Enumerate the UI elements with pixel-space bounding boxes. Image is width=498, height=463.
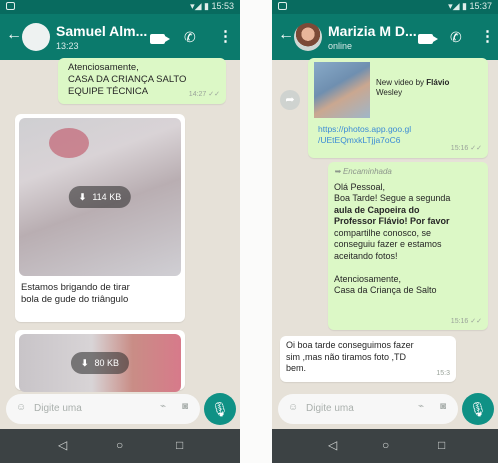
navigation-bar: ◁ ○ □ bbox=[272, 429, 498, 463]
notification-icon bbox=[278, 2, 287, 10]
mic-icon: 🎙 bbox=[469, 401, 487, 417]
avatar[interactable] bbox=[294, 23, 322, 51]
nav-recent-icon[interactable]: □ bbox=[176, 438, 183, 452]
message-time: 15:16 ✓✓ bbox=[450, 145, 482, 152]
status-right: ▾◢ ▮ 15:53 bbox=[190, 1, 234, 11]
emoji-icon[interactable]: ☺ bbox=[288, 402, 298, 413]
caption-line: Estamos brigando de tirar bbox=[21, 282, 130, 293]
message-bubble-outgoing[interactable]: Atenciosamente, CASA DA CRIANÇA SALTO EQ… bbox=[58, 58, 226, 104]
video-caption: Estamos brigando de tirar bola de gude d… bbox=[21, 282, 130, 306]
video-label: New video by bbox=[376, 78, 425, 87]
message-line: Professor Flávio! Por favor bbox=[334, 216, 450, 226]
message-time: 15:16 ✓✓ bbox=[450, 317, 482, 325]
more-options-icon[interactable]: ⋮ bbox=[480, 29, 495, 44]
message-line: Atenciosamente, bbox=[68, 62, 139, 73]
link-message-bubble[interactable]: New video by Flávio Wesley https://photos… bbox=[308, 58, 488, 158]
forwarded-message-bubble[interactable]: ➥ Encaminhada Olá Pessoal, Boa Tarde! Se… bbox=[328, 162, 488, 330]
nav-home-icon[interactable]: ○ bbox=[116, 438, 123, 452]
message-line: aceitando fotos! bbox=[334, 250, 398, 261]
caption-line: bola de gude do triângulo bbox=[21, 294, 129, 305]
message-line: compartilhe conosco, se bbox=[334, 227, 432, 238]
link-preview-title: New video by Flávio Wesley bbox=[376, 78, 476, 98]
video-thumbnail[interactable]: ⬇ 114 KB bbox=[19, 118, 181, 276]
message-time: 15:3 bbox=[436, 369, 450, 377]
status-right: ▾◢ ▮ 15:37 bbox=[448, 1, 492, 11]
chat-header: ← Samuel Alm... 13:23 ✆ ⋮ bbox=[0, 14, 240, 60]
mic-button[interactable]: 🎙 bbox=[204, 393, 236, 425]
message-line: Oi boa tarde conseguimos fazer bbox=[286, 340, 414, 350]
phone-call-icon[interactable]: ✆ bbox=[184, 30, 196, 44]
download-icon: ⬇ bbox=[78, 192, 87, 202]
chat-screen-marizia: ▾◢ ▮ 15:37 ← Marizia M D... online ✆ ⋮ ➦… bbox=[272, 0, 498, 463]
attach-icon[interactable]: ⌁ bbox=[418, 401, 424, 412]
status-time: 15:37 bbox=[469, 1, 492, 11]
download-button[interactable]: ⬇ 80 KB bbox=[70, 352, 130, 374]
nav-home-icon[interactable]: ○ bbox=[382, 438, 389, 452]
contact-name[interactable]: Marizia M D... bbox=[328, 23, 417, 39]
contact-status: 13:23 bbox=[56, 41, 79, 51]
phone-call-icon[interactable]: ✆ bbox=[450, 30, 462, 44]
status-bar: ▾◢ ▮ 15:37 bbox=[272, 0, 498, 14]
message-bubble-incoming[interactable]: Oi boa tarde conseguimos fazer sim ,mas … bbox=[280, 336, 456, 382]
status-bar: ▾◢ ▮ 15:53 bbox=[0, 0, 240, 14]
mic-icon: 🎙 bbox=[211, 401, 229, 417]
blurred-figure bbox=[49, 128, 89, 158]
message-line: sim ,mas não tiramos foto ,TD bbox=[286, 351, 407, 362]
mic-button[interactable]: 🎙 bbox=[462, 393, 494, 425]
contact-status: online bbox=[328, 41, 353, 51]
back-arrow-icon[interactable]: ← bbox=[6, 26, 22, 44]
back-arrow-icon[interactable]: ← bbox=[278, 26, 294, 44]
input-placeholder: Digite uma bbox=[34, 403, 82, 414]
forward-icon[interactable]: ➦ bbox=[280, 90, 300, 110]
chat-screen-samuel: ▾◢ ▮ 15:53 ← Samuel Alm... 13:23 ✆ ⋮ Ate… bbox=[0, 0, 240, 463]
video-thumbnail[interactable]: ⬇ 80 KB bbox=[19, 334, 181, 392]
download-button[interactable]: ⬇ 114 KB bbox=[68, 186, 132, 208]
message-line: conseguiu fazer e estamos bbox=[334, 239, 442, 249]
video-message-bubble[interactable]: ⬇ 114 KB Estamos brigando de tirar bola d… bbox=[15, 114, 185, 322]
download-icon: ⬇ bbox=[80, 358, 89, 368]
video-call-icon[interactable] bbox=[418, 34, 438, 44]
video-size: 80 KB bbox=[94, 358, 120, 368]
link-line: https://photos.app.goo.gl bbox=[318, 124, 412, 134]
avatar[interactable] bbox=[22, 23, 50, 51]
emoji-icon[interactable]: ☺ bbox=[16, 402, 26, 413]
navigation-bar: ◁ ○ □ bbox=[0, 429, 240, 463]
input-placeholder: Digite uma bbox=[306, 403, 354, 414]
nav-back-icon[interactable]: ◁ bbox=[58, 438, 67, 452]
notification-icon bbox=[6, 2, 15, 10]
message-line bbox=[334, 262, 482, 274]
link-preview-thumbnail[interactable] bbox=[314, 62, 370, 118]
camera-icon[interactable]: ◙ bbox=[440, 401, 446, 412]
video-label-name: Flávio bbox=[426, 78, 450, 87]
message-line: CASA DA CRIANÇA SALTO bbox=[68, 74, 187, 85]
video-message-bubble[interactable]: ⬇ 80 KB bbox=[15, 330, 185, 392]
status-time: 15:53 bbox=[211, 1, 234, 11]
camera-icon[interactable]: ◙ bbox=[182, 401, 188, 412]
more-options-icon[interactable]: ⋮ bbox=[218, 29, 233, 44]
video-call-icon[interactable] bbox=[150, 34, 170, 44]
chat-header: ← Marizia M D... online ✆ ⋮ bbox=[272, 14, 498, 60]
message-line: Casa da Criança de Salto bbox=[334, 285, 437, 295]
message-line: Boa Tarde! Segue a segunda bbox=[334, 193, 451, 203]
nav-recent-icon[interactable]: □ bbox=[438, 438, 445, 452]
attach-icon[interactable]: ⌁ bbox=[160, 401, 166, 412]
nav-back-icon[interactable]: ◁ bbox=[328, 438, 337, 452]
message-line: bem. bbox=[286, 363, 307, 373]
message-time: 14:27 ✓✓ bbox=[188, 91, 220, 98]
video-size: 114 KB bbox=[92, 192, 122, 202]
message-input[interactable]: ☺ Digite uma ⌁ ◙ bbox=[6, 394, 200, 424]
contact-name[interactable]: Samuel Alm... bbox=[56, 23, 147, 39]
message-input[interactable]: ☺ Digite uma ⌁ ◙ bbox=[278, 394, 458, 424]
message-line: aula de Capoeira do bbox=[334, 204, 420, 215]
video-label-surname: Wesley bbox=[376, 88, 403, 97]
link-line: /UEtEQmxkLTjja7oC6 bbox=[318, 135, 401, 145]
forwarded-label: ➥ Encaminhada bbox=[334, 167, 392, 176]
shared-link[interactable]: https://photos.app.goo.gl /UEtEQmxkLTjja… bbox=[318, 124, 411, 146]
forwarded-text: Encaminhada bbox=[342, 167, 392, 176]
message-line: Atenciosamente, bbox=[334, 273, 402, 284]
message-line: Olá Pessoal, bbox=[334, 181, 386, 192]
